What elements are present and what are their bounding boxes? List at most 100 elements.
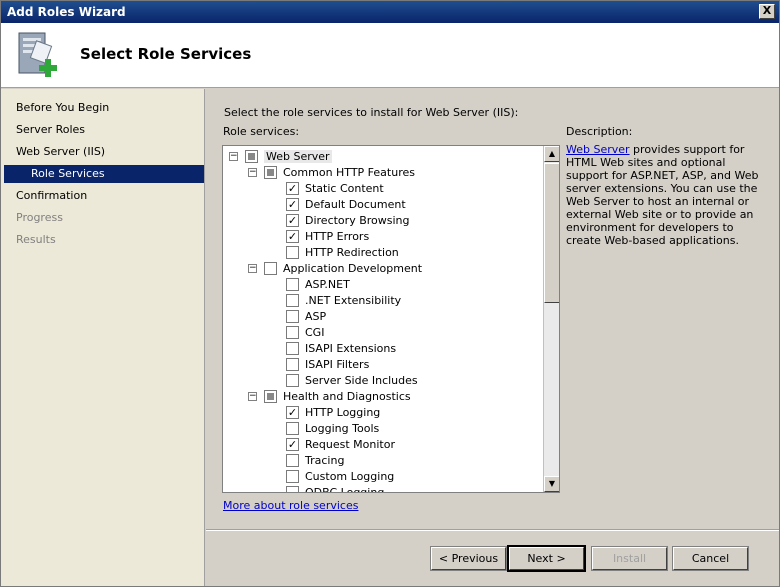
sidebar-item-role-services[interactable]: Role Services xyxy=(4,165,204,183)
sidebar-item-results: Results xyxy=(16,233,56,246)
tree-item-label: Tracing xyxy=(305,453,345,467)
wizard-header: Select Role Services xyxy=(1,23,779,88)
checkbox[interactable] xyxy=(286,293,299,307)
tree-row[interactable]: Logging Tools xyxy=(286,420,379,436)
tree-item-label: Request Monitor xyxy=(305,437,395,451)
checkbox[interactable] xyxy=(245,149,258,163)
collapse-icon[interactable]: − xyxy=(248,263,257,273)
tree-item-label: CGI xyxy=(305,325,325,339)
checkbox[interactable] xyxy=(286,469,299,483)
checkbox[interactable] xyxy=(264,389,277,403)
checkbox[interactable] xyxy=(286,309,299,323)
more-about-role-services-link[interactable]: More about role services xyxy=(223,499,358,512)
tree-row[interactable]: Server Side Includes xyxy=(286,372,418,388)
tree-row[interactable]: ✓ HTTP Logging xyxy=(286,404,380,420)
next-button[interactable]: Next > xyxy=(507,545,586,572)
title-bar: Add Roles Wizard X xyxy=(1,1,779,23)
tree-row[interactable]: HTTP Redirection xyxy=(286,244,399,260)
scroll-down-arrow-icon[interactable]: ▼ xyxy=(544,476,559,492)
scroll-up-arrow-icon[interactable]: ▲ xyxy=(544,146,559,162)
window-title: Add Roles Wizard xyxy=(7,5,126,19)
sidebar-item-web-server-iis[interactable]: Web Server (IIS) xyxy=(16,145,105,158)
server-roles-icon xyxy=(18,32,57,77)
checkbox[interactable] xyxy=(286,373,299,387)
tree-row[interactable]: ASP.NET xyxy=(286,276,350,292)
tree-row[interactable]: ASP xyxy=(286,308,326,324)
checkbox[interactable]: ✓ xyxy=(286,437,299,451)
tree-item-label: HTTP Errors xyxy=(305,229,370,243)
cancel-button[interactable]: Cancel xyxy=(672,546,749,571)
sidebar-item-server-roles[interactable]: Server Roles xyxy=(16,123,85,136)
checkbox[interactable] xyxy=(286,421,299,435)
tree-row[interactable]: ISAPI Filters xyxy=(286,356,369,372)
tree-scrollbar[interactable]: ▲ ▼ xyxy=(543,146,559,492)
wizard-steps-sidebar: Before You Begin Server Roles Web Server… xyxy=(1,89,205,586)
main-content: Select the role services to install for … xyxy=(206,89,779,586)
page-title: Select Role Services xyxy=(80,45,252,63)
description-body: provides support for HTML Web sites and … xyxy=(566,143,759,247)
tree-row[interactable]: ✓ Directory Browsing xyxy=(286,212,410,228)
checkbox[interactable] xyxy=(264,165,277,179)
checkbox[interactable] xyxy=(286,485,299,492)
tree-item-label: Web Server xyxy=(264,149,332,163)
tree-item-label: .NET Extensibility xyxy=(305,293,402,307)
close-button[interactable]: X xyxy=(759,4,775,19)
tree-row[interactable]: ✓ Static Content xyxy=(286,180,384,196)
tree-row[interactable]: ✓ Request Monitor xyxy=(286,436,395,452)
sidebar-item-progress: Progress xyxy=(16,211,63,224)
instruction-text: Select the role services to install for … xyxy=(224,106,519,119)
tree-item-label: HTTP Logging xyxy=(305,405,381,419)
add-roles-wizard-window: Add Roles Wizard X Select Role Services … xyxy=(0,0,780,587)
collapse-icon[interactable]: − xyxy=(248,167,257,177)
tree-row[interactable]: ✓ Default Document xyxy=(286,196,406,212)
tree-row[interactable]: ✓ HTTP Errors xyxy=(286,228,369,244)
checkbox[interactable] xyxy=(264,261,277,275)
tree-row[interactable]: Custom Logging xyxy=(286,468,394,484)
tree-item-label: ASP xyxy=(305,309,327,323)
previous-button[interactable]: < Previous xyxy=(430,546,507,571)
description-text: Web Server provides support for HTML Web… xyxy=(566,143,766,247)
tree-item-label: Health and Diagnostics xyxy=(283,389,411,403)
checkbox[interactable]: ✓ xyxy=(286,405,299,419)
checkbox[interactable]: ✓ xyxy=(286,181,299,195)
collapse-icon[interactable]: − xyxy=(248,391,257,401)
tree-item-label: Common HTTP Features xyxy=(283,165,415,179)
tree-row[interactable]: Tracing xyxy=(286,452,344,468)
tree-item-label: Server Side Includes xyxy=(305,373,418,387)
tree-row[interactable]: .NET Extensibility xyxy=(286,292,401,308)
tree-row[interactable]: − Health and Diagnostics xyxy=(248,388,411,404)
tree-item-label: ASP.NET xyxy=(305,277,350,291)
checkbox[interactable] xyxy=(286,357,299,371)
checkbox[interactable]: ✓ xyxy=(286,197,299,211)
tree-row[interactable]: CGI xyxy=(286,324,324,340)
checkbox[interactable]: ✓ xyxy=(286,229,299,243)
sidebar-item-before-you-begin[interactable]: Before You Begin xyxy=(16,101,109,114)
tree-item-label: Logging Tools xyxy=(305,421,380,435)
checkbox[interactable] xyxy=(286,277,299,291)
sidebar-item-confirmation[interactable]: Confirmation xyxy=(16,189,87,202)
description-label: Description: xyxy=(566,125,633,138)
install-button[interactable]: Install xyxy=(591,546,668,571)
web-server-link[interactable]: Web Server xyxy=(566,143,630,156)
checkbox[interactable] xyxy=(286,453,299,467)
role-services-tree[interactable]: − Web Server − Common HTTP Features ✓ Static … xyxy=(222,145,560,493)
tree-item-label: HTTP Redirection xyxy=(305,245,399,259)
checkbox[interactable]: ✓ xyxy=(286,213,299,227)
tree-item-label: Directory Browsing xyxy=(305,213,410,227)
checkbox[interactable] xyxy=(286,341,299,355)
tree-item-label: ODBC Logging xyxy=(305,485,385,493)
tree-row[interactable]: − Common HTTP Features xyxy=(248,164,415,180)
tree-row[interactable]: − Web Server xyxy=(229,148,332,164)
checkbox[interactable] xyxy=(286,325,299,339)
tree-row[interactable]: − Application Development xyxy=(248,260,422,276)
tree-item-label: Application Development xyxy=(283,261,423,275)
role-services-label: Role services: xyxy=(223,125,300,138)
tree-item-label: ISAPI Extensions xyxy=(305,341,397,355)
tree-row[interactable]: ISAPI Extensions xyxy=(286,340,396,356)
scroll-thumb[interactable] xyxy=(544,163,559,303)
checkbox[interactable] xyxy=(286,245,299,259)
collapse-icon[interactable]: − xyxy=(229,151,238,161)
tree-row[interactable]: ODBC Logging xyxy=(286,484,385,493)
tree-item-label: ISAPI Filters xyxy=(305,357,370,371)
tree-item-label: Static Content xyxy=(305,181,384,195)
